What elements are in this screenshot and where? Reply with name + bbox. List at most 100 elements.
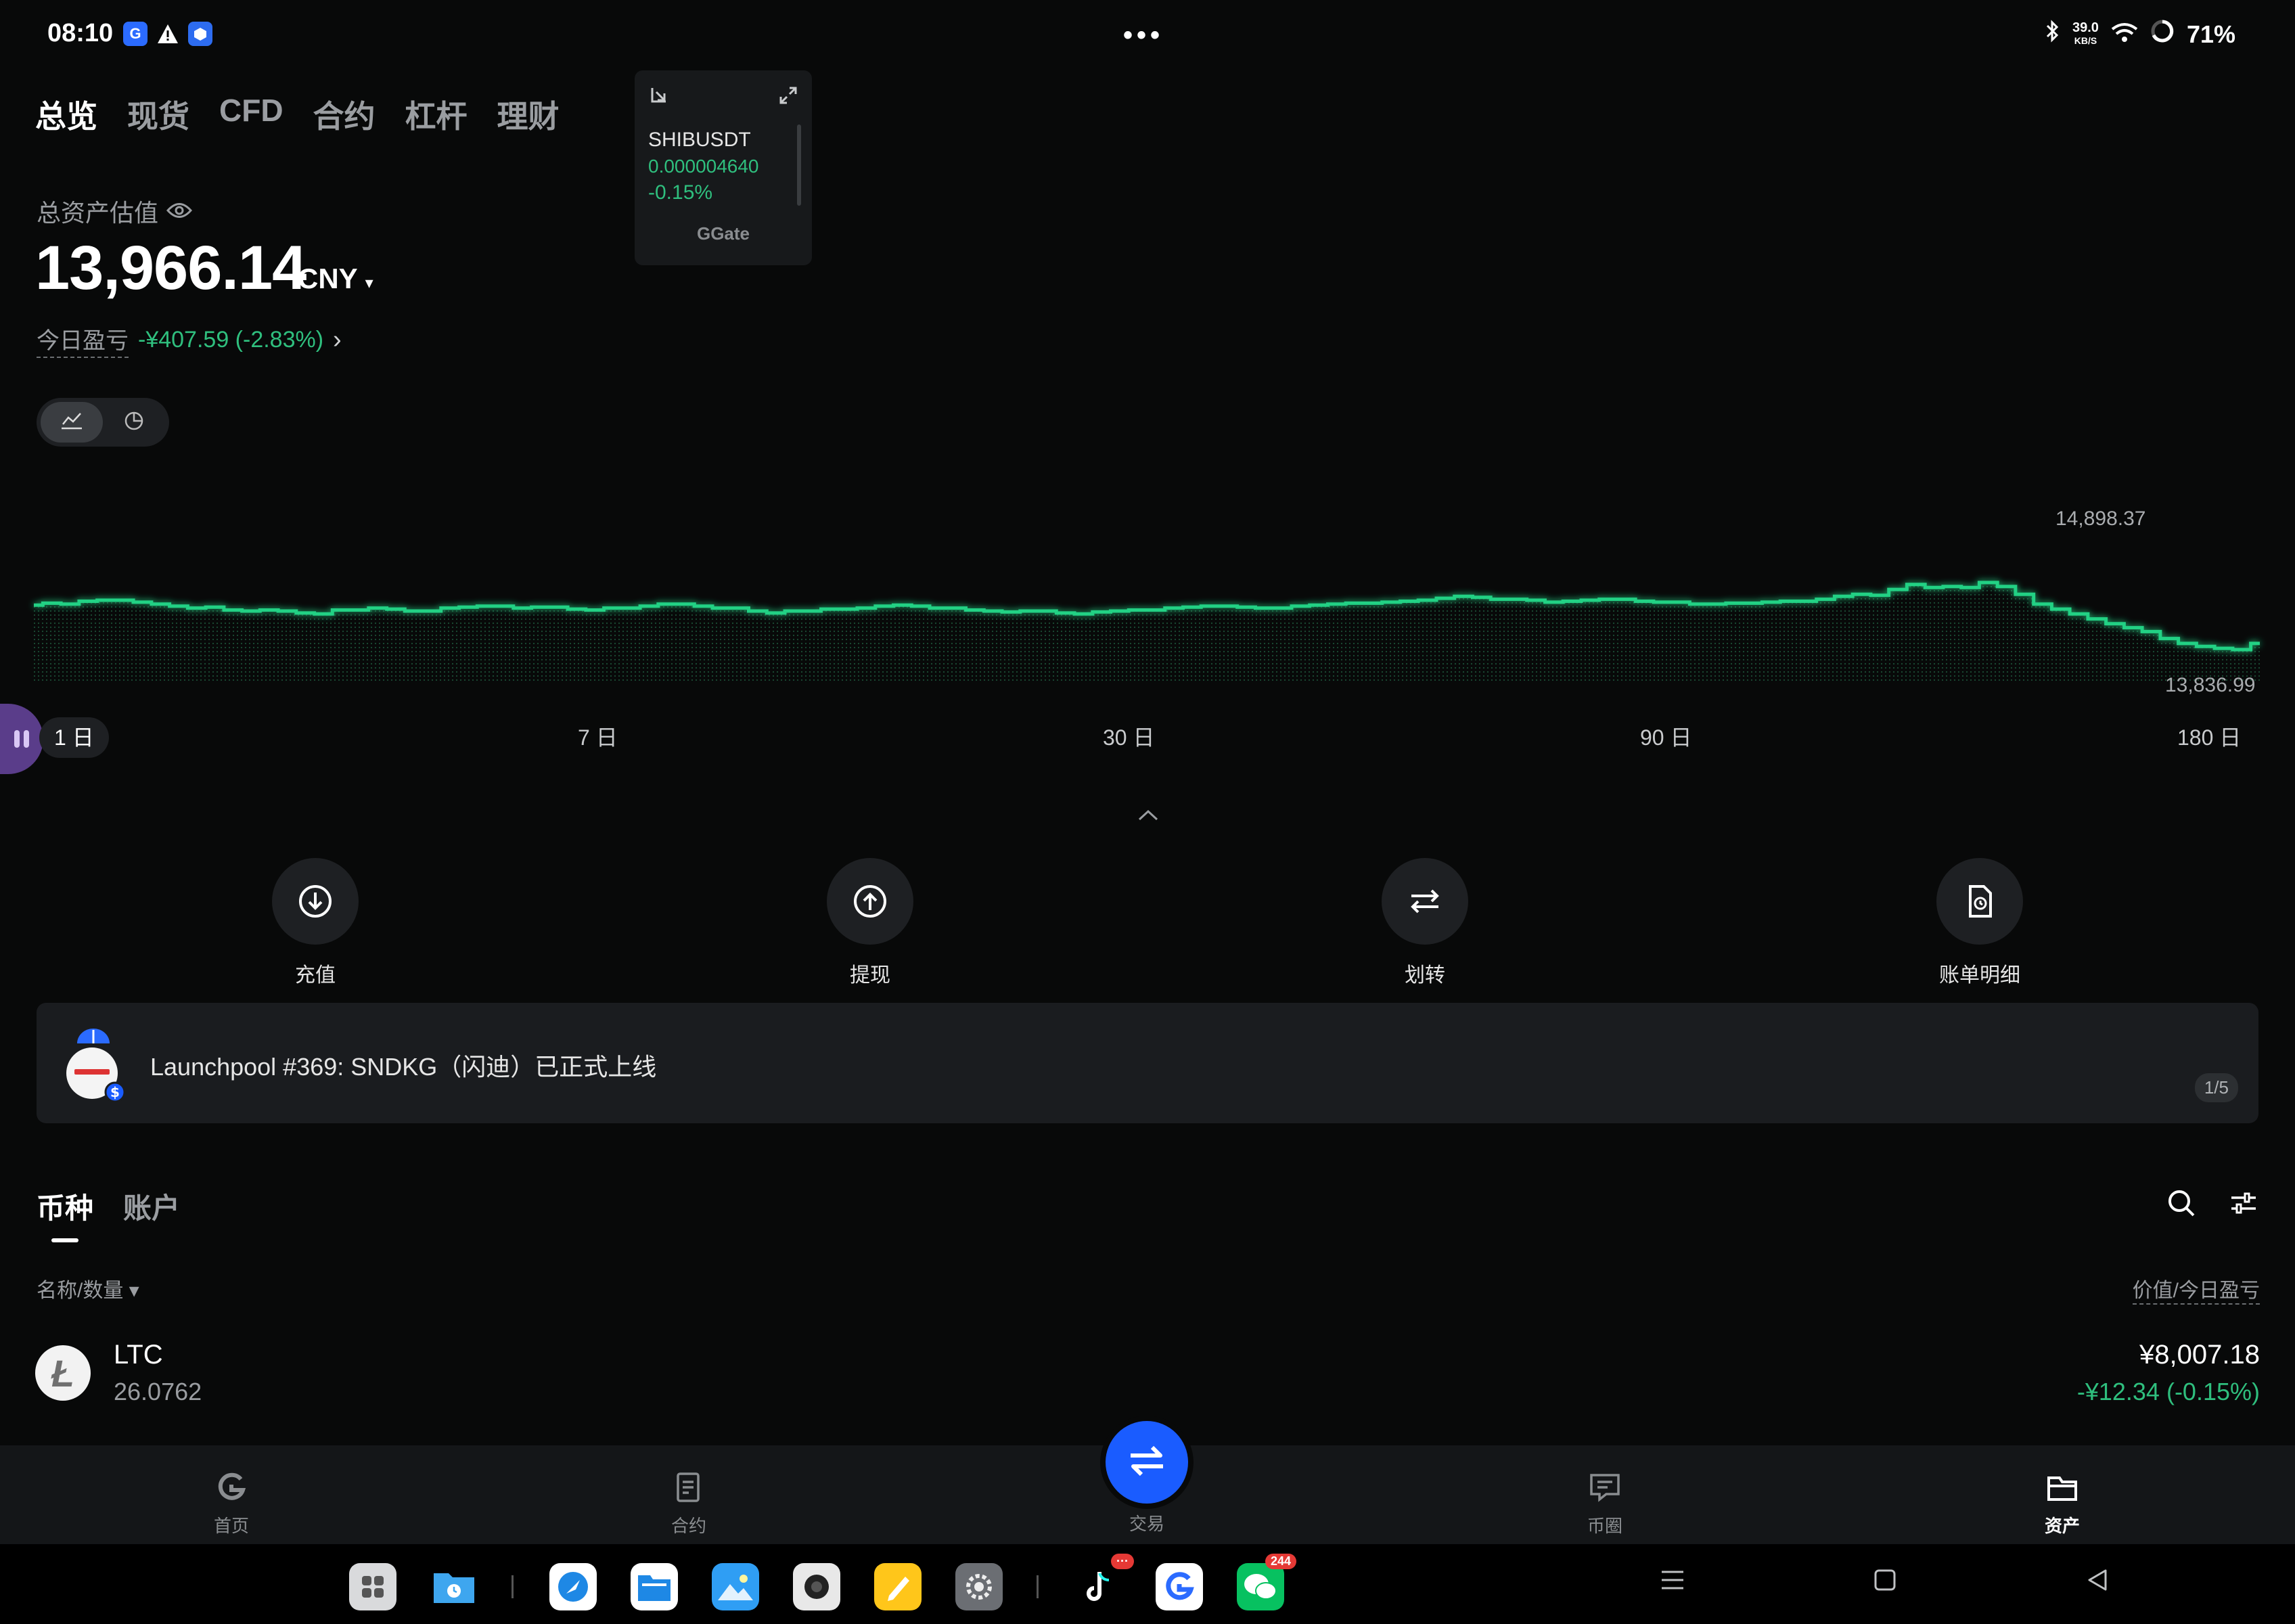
line-chart-icon <box>60 411 84 434</box>
tab-accounts[interactable]: 账户 <box>123 1186 180 1227</box>
holdings-tabs: 币种 账户 <box>37 1186 180 1227</box>
nav-home[interactable]: 首页 <box>177 1470 286 1537</box>
dock-separator <box>512 1575 514 1598</box>
tiktok-icon[interactable]: ··· <box>1074 1554 1134 1610</box>
tab-cfd[interactable]: CFD <box>219 92 283 137</box>
pie-chart-toggle[interactable] <box>103 402 165 443</box>
transfer-button[interactable]: 划转 <box>1357 858 1493 988</box>
home-square-icon[interactable] <box>1873 1566 1897 1600</box>
multitask-dots-icon[interactable]: ••• <box>1123 20 1164 51</box>
app-drawer-icon[interactable] <box>349 1563 396 1610</box>
banner-text: Launchpool #369: SNDKG（闪迪）已正式上线 <box>150 1053 657 1081</box>
gate-brand-icon: G <box>696 223 711 244</box>
coin-symbol: LTC <box>114 1340 163 1370</box>
trade-button[interactable] <box>1106 1421 1188 1504</box>
document-icon <box>671 1472 706 1508</box>
widget-price: 0.000004640 <box>648 156 759 177</box>
nav-futures-label: 合约 <box>671 1516 706 1536</box>
bill-icon <box>1936 858 2023 945</box>
chevron-up-icon[interactable] <box>1137 798 1160 829</box>
total-assets-label-text: 总资产估值 <box>37 199 159 227</box>
settings-gear-icon[interactable] <box>955 1563 1003 1610</box>
asset-category-tabs: 总览 现货 CFD 合约 杠杆 理财 <box>35 92 560 137</box>
battery-level: 71% <box>2186 20 2235 48</box>
chevron-right-icon: › <box>333 325 342 354</box>
status-right: 39.0 KB/S 71% <box>2045 19 2235 49</box>
banner-pagination: 1/5 <box>2194 1073 2238 1102</box>
gate-home-icon <box>214 1472 249 1508</box>
browser-icon[interactable] <box>549 1563 597 1610</box>
bluetooth-icon <box>2045 20 2060 49</box>
transfer-icon <box>1382 858 1468 945</box>
gate-logo: GGate <box>635 223 812 244</box>
back-triangle-icon[interactable] <box>2085 1566 2110 1600</box>
nav-assets[interactable]: 资产 <box>2008 1470 2116 1537</box>
chat-bubble-icon <box>1587 1474 1622 1508</box>
range-1d[interactable]: 1 日 <box>39 717 109 758</box>
asset-line-chart[interactable] <box>0 487 2295 710</box>
minimize-icon[interactable] <box>650 85 670 111</box>
deposit-label: 充值 <box>295 964 336 987</box>
widget-symbol: SHIBUSDT <box>648 129 751 151</box>
status-bar: 08:10 G ••• 39.0 KB/S 71% <box>0 0 2295 68</box>
file-manager-icon[interactable] <box>631 1563 678 1610</box>
sort-value-pnl[interactable]: 价值/今日盈亏 <box>2132 1273 2260 1305</box>
search-icon[interactable] <box>2166 1188 2196 1221</box>
deposit-button[interactable]: 充值 <box>248 858 383 988</box>
widget-change: -0.15% <box>648 181 713 204</box>
camera-icon[interactable] <box>793 1563 840 1610</box>
nav-community[interactable]: 币圈 <box>1551 1470 1659 1537</box>
nav-assets-label: 资产 <box>2044 1516 2080 1536</box>
holdings-tools <box>2166 1188 2258 1221</box>
range-30d[interactable]: 30 日 <box>1103 717 1155 758</box>
widget-scrollbar[interactable] <box>797 125 801 206</box>
currency-selector[interactable]: CNY ▾ <box>298 263 373 295</box>
tab-futures[interactable]: 合约 <box>313 92 376 137</box>
line-chart-toggle[interactable] <box>41 402 103 443</box>
currency-label: CNY <box>298 263 357 294</box>
active-tab-indicator <box>51 1238 78 1242</box>
tab-margin[interactable]: 杠杆 <box>405 92 468 137</box>
sort-name-quantity[interactable]: 名称/数量 ▾ <box>37 1273 139 1303</box>
gate-app-icon[interactable] <box>1156 1563 1203 1610</box>
gate-notification-icon: G <box>123 22 147 46</box>
today-pnl[interactable]: 今日盈亏 -¥407.59 (-2.83%) › <box>37 322 342 358</box>
expand-icon[interactable] <box>778 85 798 111</box>
gallery-icon[interactable] <box>712 1563 759 1610</box>
today-pnl-label: 今日盈亏 <box>37 322 129 358</box>
filter-settings-icon[interactable] <box>2229 1188 2258 1221</box>
ltc-logo-icon: Ł <box>35 1345 91 1401</box>
nav-futures[interactable]: 合约 <box>635 1470 743 1537</box>
tab-overview[interactable]: 总览 <box>35 92 97 137</box>
range-7d[interactable]: 7 日 <box>578 717 618 758</box>
tiktok-badge: ··· <box>1111 1554 1134 1569</box>
chart-range-tabs: 1 日 7 日 30 日 90 日 180 日 <box>0 717 2295 758</box>
status-notification-icons: G <box>123 22 212 46</box>
withdraw-button[interactable]: 提现 <box>802 858 938 988</box>
tab-earn[interactable]: 理财 <box>497 92 560 137</box>
wechat-icon[interactable]: 244 <box>1237 1554 1296 1610</box>
chart-area-fill <box>34 582 2260 683</box>
coin-row-ltc[interactable]: Ł LTC 26.0762 ¥8,007.18 -¥12.34 (-0.15%) <box>0 1326 2295 1407</box>
wifi-icon <box>2111 20 2138 49</box>
notes-icon[interactable] <box>874 1563 922 1610</box>
eye-icon[interactable] <box>166 197 193 225</box>
range-180d[interactable]: 180 日 <box>2177 717 2241 758</box>
recent-files-icon[interactable] <box>430 1563 478 1610</box>
svg-text:$: $ <box>110 1084 120 1100</box>
menu-lines-icon[interactable] <box>1659 1566 1686 1600</box>
tab-coins[interactable]: 币种 <box>37 1186 93 1227</box>
nav-community-label: 币圈 <box>1587 1516 1622 1536</box>
announcement-banner[interactable]: $ Launchpool #369: SNDKG（闪迪）已正式上线 1/5 <box>37 1003 2258 1123</box>
bill-details-button[interactable]: 账单明细 <box>1912 858 2047 988</box>
range-90d[interactable]: 90 日 <box>1640 717 1692 758</box>
floating-price-widget[interactable]: SHIBUSDT 0.000004640 -0.15% GGate <box>635 70 812 265</box>
tab-spot[interactable]: 现货 <box>127 92 189 137</box>
network-speed-unit: KB/S <box>2074 35 2097 46</box>
coin-quantity: 26.0762 <box>114 1378 202 1405</box>
system-dock: ··· 244 <box>0 1544 2295 1624</box>
upload-icon <box>827 858 913 945</box>
transfer-label: 划转 <box>1405 964 1445 987</box>
caret-down-icon: ▾ <box>365 274 373 292</box>
network-speed: 39.0 KB/S <box>2072 21 2099 47</box>
